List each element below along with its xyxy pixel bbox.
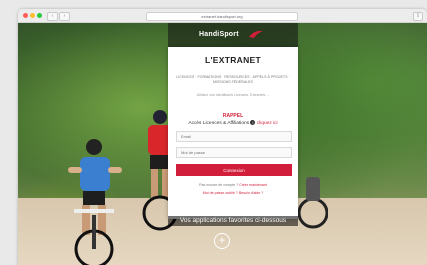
- address-bar[interactable]: extranet.handisport.org: [146, 12, 298, 21]
- browser-toolbar: ‹ › extranet.handisport.org ⇪: [18, 9, 427, 23]
- login-button[interactable]: Connexion: [176, 164, 292, 176]
- info-icon: i: [250, 120, 256, 125]
- minimize-window-dot[interactable]: [30, 13, 35, 18]
- credentials-hint: Utilisez vos identifiants Licences, Extr…: [196, 93, 270, 97]
- cyclist-right-image: [298, 177, 328, 229]
- favorite-apps-label: Vos applications favorites ci-dessous: [168, 216, 298, 226]
- brand-swoosh-icon: [249, 30, 263, 38]
- licences-access-link[interactable]: cliquez ici: [257, 121, 278, 126]
- help-link[interactable]: Besoin d'aide ?: [239, 191, 263, 195]
- cyclist-blue-image: [68, 139, 122, 265]
- back-button[interactable]: ‹: [47, 12, 58, 21]
- create-account-line: Pas encore de compte ? Créer maintenant: [168, 183, 298, 187]
- create-account-link[interactable]: Créer maintenant: [239, 183, 267, 187]
- forgot-password-link[interactable]: Mot de passe oublié ?: [203, 191, 238, 195]
- add-app-icon[interactable]: +: [214, 233, 230, 249]
- services-subtitle: LICENCES · FORMATIONS · RESSOURCES · APP…: [176, 75, 290, 84]
- reminder-heading: RAPPEL: [222, 113, 244, 119]
- forward-button[interactable]: ›: [59, 12, 70, 21]
- close-window-dot[interactable]: [23, 13, 28, 18]
- brand-logo[interactable]: HandiSport: [199, 31, 239, 38]
- browser-window: ‹ › extranet.handisport.org ⇪ HandiSport…: [18, 9, 427, 265]
- forgot-password-line: Mot de passe oublié ? Besoin d'aide ?: [168, 191, 298, 195]
- email-field[interactable]: [176, 131, 292, 142]
- no-account-text: Pas encore de compte ?: [199, 183, 239, 187]
- page-title: L'EXTRANET: [204, 55, 262, 65]
- licences-access-text: Accès Licences & Affiliations: [188, 120, 250, 126]
- password-field[interactable]: [176, 147, 292, 158]
- share-button[interactable]: ⇪: [413, 12, 423, 21]
- licences-access-line: Accès Licences & Affiliations i cliquez …: [168, 120, 298, 126]
- maximize-window-dot[interactable]: [37, 13, 42, 18]
